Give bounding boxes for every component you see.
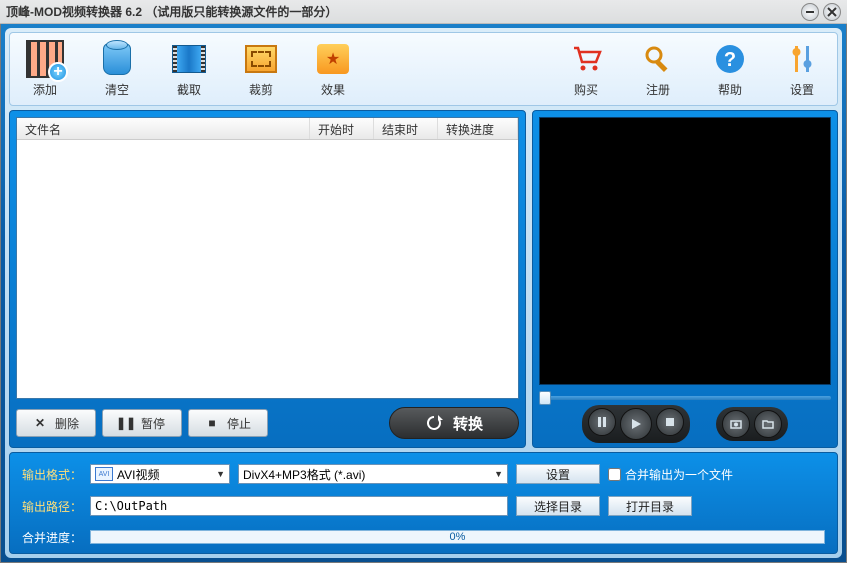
effect-icon — [314, 40, 352, 78]
capture-icon — [170, 40, 208, 78]
window-title: 顶峰-MOD视频转换器 6.2 （试用版只能转换源文件的一部分） — [6, 3, 797, 20]
app-inner: + 添加 清空 截取 裁剪 效果 购买 注册 ? — [5, 28, 842, 558]
crop-button[interactable]: 裁剪 — [236, 40, 286, 98]
format-row: 输出格式： AVI AVI视频 ▼ DivX4+MP3格式 (*.avi) ▼ 设… — [22, 463, 825, 485]
seek-thumb[interactable] — [539, 391, 551, 405]
minimize-button[interactable] — [801, 3, 819, 21]
clear-label: 清空 — [105, 81, 129, 98]
add-label: 添加 — [33, 81, 57, 98]
help-label: 帮助 — [718, 81, 742, 98]
merge-checkbox-label: 合并输出为一个文件 — [625, 466, 733, 483]
capture-label: 截取 — [177, 81, 201, 98]
app-frame: + 添加 清空 截取 裁剪 效果 购买 注册 ? — [0, 24, 847, 563]
output-path-input[interactable] — [90, 496, 508, 516]
pause-label: 暂停 — [141, 415, 165, 432]
register-icon — [639, 40, 677, 78]
path-row: 输出路径： 选择目录 打开目录 — [22, 495, 825, 517]
player-stop-button[interactable] — [656, 408, 684, 436]
stop-icon: ■ — [205, 416, 219, 430]
merge-progress-percent: 0% — [450, 531, 466, 543]
col-progress[interactable]: 转换进度 — [438, 118, 518, 139]
merge-progress-row: 合并进度： 0% — [22, 527, 825, 547]
convert-button[interactable]: 转换 — [389, 407, 519, 439]
register-button[interactable]: 注册 — [633, 40, 683, 98]
effect-button[interactable]: 效果 — [308, 40, 358, 98]
help-icon: ? — [711, 40, 749, 78]
seek-slider[interactable] — [539, 391, 831, 405]
choose-dir-button[interactable]: 选择目录 — [516, 496, 600, 516]
merge-checkbox-input[interactable] — [608, 468, 621, 481]
svg-text:?: ? — [724, 49, 736, 71]
chevron-down-icon: ▼ — [494, 469, 503, 479]
path-label: 输出路径： — [22, 498, 82, 515]
player-play-button[interactable] — [620, 408, 652, 440]
toolbar-left-group: + 添加 清空 截取 裁剪 效果 — [20, 40, 358, 98]
video-preview[interactable] — [539, 117, 831, 385]
add-button[interactable]: + 添加 — [20, 40, 70, 98]
list-header: 文件名 开始时间 结束时间 转换进度 — [17, 118, 518, 140]
list-body[interactable] — [17, 140, 518, 398]
delete-button[interactable]: ✕ 删除 — [16, 409, 96, 437]
stop-label: 停止 — [227, 415, 251, 432]
file-list-panel: 文件名 开始时间 结束时间 转换进度 ✕ 删除 ❚❚ 暂停 ■ 停止 转换 — [9, 110, 526, 448]
format-label: 输出格式： — [22, 466, 82, 483]
pause-icon: ❚❚ — [119, 416, 133, 430]
preview-panel — [532, 110, 838, 448]
help-button[interactable]: ? 帮助 — [705, 40, 755, 98]
snapshot-group — [716, 407, 788, 441]
format-category-value: AVI视频 — [117, 466, 159, 483]
middle-area: 文件名 开始时间 结束时间 转换进度 ✕ 删除 ❚❚ 暂停 ■ 停止 转换 — [9, 110, 838, 448]
snapshot-button[interactable] — [722, 410, 750, 438]
pause-button[interactable]: ❚❚ 暂停 — [102, 409, 182, 437]
buy-button[interactable]: 购买 — [561, 40, 611, 98]
close-button[interactable] — [823, 3, 841, 21]
col-filename[interactable]: 文件名 — [17, 118, 310, 139]
open-folder-button[interactable] — [754, 410, 782, 438]
capture-button[interactable]: 截取 — [164, 40, 214, 98]
main-toolbar: + 添加 清空 截取 裁剪 效果 购买 注册 ? — [9, 32, 838, 106]
effect-label: 效果 — [321, 81, 345, 98]
play-group — [582, 405, 690, 443]
format-codec-value: DivX4+MP3格式 (*.avi) — [243, 466, 365, 483]
chevron-down-icon: ▼ — [216, 469, 225, 479]
register-label: 注册 — [646, 81, 670, 98]
merge-progress-bar: 0% — [90, 530, 825, 544]
toolbar-right-group: 购买 注册 ? 帮助 设置 — [561, 40, 827, 98]
seek-track — [539, 396, 831, 400]
settings-label: 设置 — [790, 81, 814, 98]
x-icon: ✕ — [33, 416, 47, 430]
settings-button[interactable]: 设置 — [777, 40, 827, 98]
format-category-select[interactable]: AVI AVI视频 ▼ — [90, 464, 230, 484]
output-panel: 输出格式： AVI AVI视频 ▼ DivX4+MP3格式 (*.avi) ▼ 设… — [9, 452, 838, 554]
convert-label: 转换 — [453, 413, 483, 434]
format-codec-select[interactable]: DivX4+MP3格式 (*.avi) ▼ — [238, 464, 508, 484]
refresh-icon — [425, 414, 443, 432]
playback-controls — [539, 407, 831, 441]
stop-button[interactable]: ■ 停止 — [188, 409, 268, 437]
format-settings-button[interactable]: 设置 — [516, 464, 600, 484]
col-start-time[interactable]: 开始时间 — [310, 118, 374, 139]
clear-icon — [98, 40, 136, 78]
open-dir-button[interactable]: 打开目录 — [608, 496, 692, 516]
clear-button[interactable]: 清空 — [92, 40, 142, 98]
col-end-time[interactable]: 结束时间 — [374, 118, 438, 139]
settings-icon — [783, 40, 821, 78]
list-controls: ✕ 删除 ❚❚ 暂停 ■ 停止 转换 — [16, 405, 519, 441]
title-bar: 顶峰-MOD视频转换器 6.2 （试用版只能转换源文件的一部分） — [0, 0, 847, 24]
avi-badge-icon: AVI — [95, 467, 113, 481]
file-list[interactable]: 文件名 开始时间 结束时间 转换进度 — [16, 117, 519, 399]
crop-label: 裁剪 — [249, 81, 273, 98]
merge-checkbox[interactable]: 合并输出为一个文件 — [608, 466, 733, 483]
add-icon: + — [26, 40, 64, 78]
crop-icon — [242, 40, 280, 78]
cart-icon — [567, 40, 605, 78]
buy-label: 购买 — [574, 81, 598, 98]
player-pause-button[interactable] — [588, 408, 616, 436]
merge-progress-label: 合并进度： — [22, 529, 82, 546]
delete-label: 删除 — [55, 415, 79, 432]
